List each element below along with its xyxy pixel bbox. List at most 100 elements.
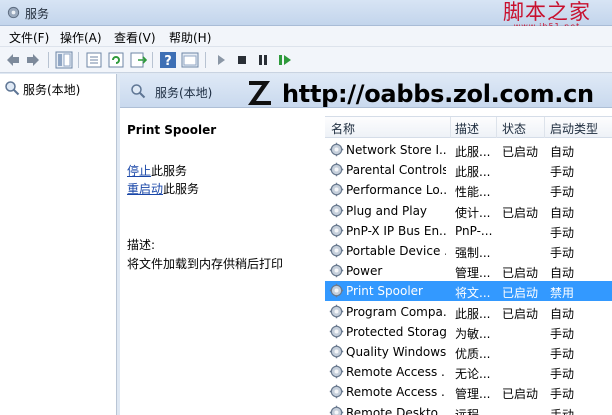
stop-icon[interactable] bbox=[233, 51, 251, 69]
watermark-site-cn: 脚本之家 bbox=[503, 0, 591, 24]
title-bar: 服务 脚本之家 www.jb51.net bbox=[0, 0, 612, 31]
service-status-cell: 已启动 bbox=[502, 205, 539, 220]
service-description-cell: PnP-... bbox=[455, 223, 493, 238]
table-row[interactable]: Plug and Play 使计... 已启动 自动 bbox=[325, 201, 612, 221]
table-row[interactable]: Parental Controls 此服... 手动 bbox=[325, 160, 612, 180]
service-description-cell: 此服... bbox=[455, 306, 491, 321]
menu-bar: 文件(F) 操作(A) 查看(V) 帮助(H) bbox=[0, 26, 612, 47]
service-startup-cell: 自动 bbox=[550, 306, 575, 321]
service-name-cell: Remote Access ... bbox=[346, 365, 446, 380]
watermark-z-logo-icon bbox=[248, 81, 271, 105]
service-name-cell: Performance Lo... bbox=[346, 183, 446, 198]
properties-icon[interactable] bbox=[85, 51, 103, 69]
service-startup-cell: 手动 bbox=[550, 347, 575, 361]
service-description-cell: 使计... bbox=[455, 205, 491, 220]
forward-icon[interactable] bbox=[24, 51, 42, 69]
service-gear-icon bbox=[329, 344, 344, 359]
service-name-cell: Plug and Play bbox=[346, 203, 428, 218]
column-name[interactable]: 名称 bbox=[331, 120, 355, 137]
service-gear-icon bbox=[329, 364, 344, 379]
watermark-url: http://oabbs.zol.com.cn bbox=[282, 80, 594, 108]
tree-item-label: 服务(本地) bbox=[23, 83, 81, 97]
table-row[interactable]: Network Store I... 此服... 已启动 自动 bbox=[325, 140, 612, 160]
service-startup-cell: 手动 bbox=[550, 387, 575, 402]
service-gear-icon bbox=[329, 304, 344, 318]
service-status-cell: 已启动 bbox=[502, 387, 539, 402]
table-row[interactable]: Power 管理... 已启动 自动 bbox=[325, 261, 612, 281]
service-description-cell: 无论... bbox=[455, 367, 491, 382]
service-startup-cell: 手动 bbox=[550, 246, 575, 260]
service-gear-icon bbox=[329, 223, 344, 237]
service-gear-icon bbox=[329, 142, 344, 157]
restart-service-link[interactable]: 重启动 bbox=[127, 182, 163, 196]
service-name-cell: Remote Deskto... bbox=[346, 405, 446, 415]
services-gear-icon bbox=[7, 6, 20, 19]
service-gear-icon bbox=[329, 284, 344, 298]
help-icon[interactable]: ? bbox=[159, 51, 177, 69]
table-row[interactable]: Remote Access ... 无论... 手动 bbox=[325, 362, 612, 382]
service-startup-cell: 手动 bbox=[550, 407, 575, 415]
toolbar: ? bbox=[0, 47, 612, 73]
menu-file[interactable]: 文件(F) bbox=[9, 29, 49, 46]
service-startup-cell: 自动 bbox=[550, 145, 575, 159]
menu-view[interactable]: 查看(V) bbox=[114, 29, 156, 46]
restart-action: 重启动此服务 bbox=[127, 180, 199, 197]
service-description-cell: 优质... bbox=[455, 347, 491, 361]
pause-icon[interactable] bbox=[254, 51, 272, 69]
table-row[interactable]: Print Spooler 将文... 已启动 禁用 bbox=[325, 281, 612, 302]
service-status-cell: 已启动 bbox=[502, 306, 539, 321]
service-description-cell: 远程... bbox=[455, 407, 491, 415]
service-name-cell: Quality Windows... bbox=[346, 345, 446, 359]
restart-action-suffix: 此服务 bbox=[163, 182, 200, 196]
selected-service-name: Print Spooler bbox=[127, 123, 217, 137]
service-gear-icon bbox=[329, 324, 344, 338]
table-row[interactable]: Portable Device ... 强制... 手动 bbox=[325, 241, 612, 261]
column-startup-type[interactable]: 启动类型 bbox=[550, 120, 598, 137]
table-row[interactable]: Protected Storage 为敏... 手动 bbox=[325, 322, 612, 342]
console-icon[interactable] bbox=[181, 51, 199, 69]
service-description-cell: 管理... bbox=[455, 266, 491, 281]
service-description-cell: 将文... bbox=[455, 286, 491, 301]
table-row[interactable]: Performance Lo... 性能... 手动 bbox=[325, 180, 612, 200]
toolbar-separator bbox=[152, 52, 153, 68]
service-name-cell: Protected Storage bbox=[346, 324, 446, 339]
service-name-cell: Parental Controls bbox=[346, 163, 446, 178]
menu-help[interactable]: 帮助(H) bbox=[169, 29, 211, 46]
column-status[interactable]: 状态 bbox=[502, 120, 526, 137]
column-description[interactable]: 描述 bbox=[455, 120, 479, 137]
service-description-cell: 强制... bbox=[455, 246, 491, 260]
table-row[interactable]: Remote Deskto... 远程... 手动 bbox=[325, 403, 612, 415]
search-services-icon bbox=[5, 81, 20, 96]
table-row[interactable]: Quality Windows... 优质... 手动 bbox=[325, 342, 612, 362]
refresh-icon[interactable] bbox=[107, 51, 125, 69]
column-divider[interactable] bbox=[544, 117, 545, 138]
show-tree-icon[interactable] bbox=[55, 51, 73, 69]
back-icon[interactable] bbox=[4, 51, 22, 69]
service-gear-icon bbox=[329, 263, 344, 278]
toolbar-separator bbox=[48, 52, 49, 68]
services-pane: 服务(本地) http://oabbs.zol.com.cn Print Spo… bbox=[120, 74, 612, 415]
service-description-cell: 性能... bbox=[455, 185, 491, 200]
restart-icon[interactable] bbox=[276, 51, 294, 69]
table-row[interactable]: PnP-X IP Bus En... PnP-... 手动 bbox=[325, 221, 612, 241]
service-description-cell: 此服... bbox=[455, 165, 491, 180]
table-row[interactable]: Program Compa... 此服... 已启动 自动 bbox=[325, 302, 612, 322]
column-divider[interactable] bbox=[496, 117, 497, 138]
table-row[interactable]: Remote Access ... 管理... 已启动 手动 bbox=[325, 382, 612, 402]
play-icon[interactable] bbox=[212, 51, 230, 69]
service-detail-panel: Print Spooler 停止此服务 重启动此服务 描述: 将文件加载到内存供… bbox=[120, 108, 325, 415]
service-startup-cell: 禁用 bbox=[550, 286, 575, 301]
column-divider[interactable] bbox=[450, 117, 451, 138]
service-name-cell: Program Compa... bbox=[346, 304, 446, 319]
service-startup-cell: 手动 bbox=[550, 165, 575, 180]
service-description-cell: 为敏... bbox=[455, 326, 491, 341]
service-description-cell: 此服... bbox=[455, 145, 491, 159]
service-name-cell: Print Spooler bbox=[346, 284, 423, 299]
export-icon[interactable] bbox=[129, 51, 147, 69]
stop-action: 停止此服务 bbox=[127, 162, 187, 179]
stop-service-link[interactable]: 停止 bbox=[127, 164, 151, 178]
menu-action[interactable]: 操作(A) bbox=[60, 29, 102, 46]
service-status-cell: 已启动 bbox=[502, 266, 539, 281]
service-gear-icon bbox=[329, 243, 344, 258]
service-startup-cell: 自动 bbox=[550, 205, 575, 220]
